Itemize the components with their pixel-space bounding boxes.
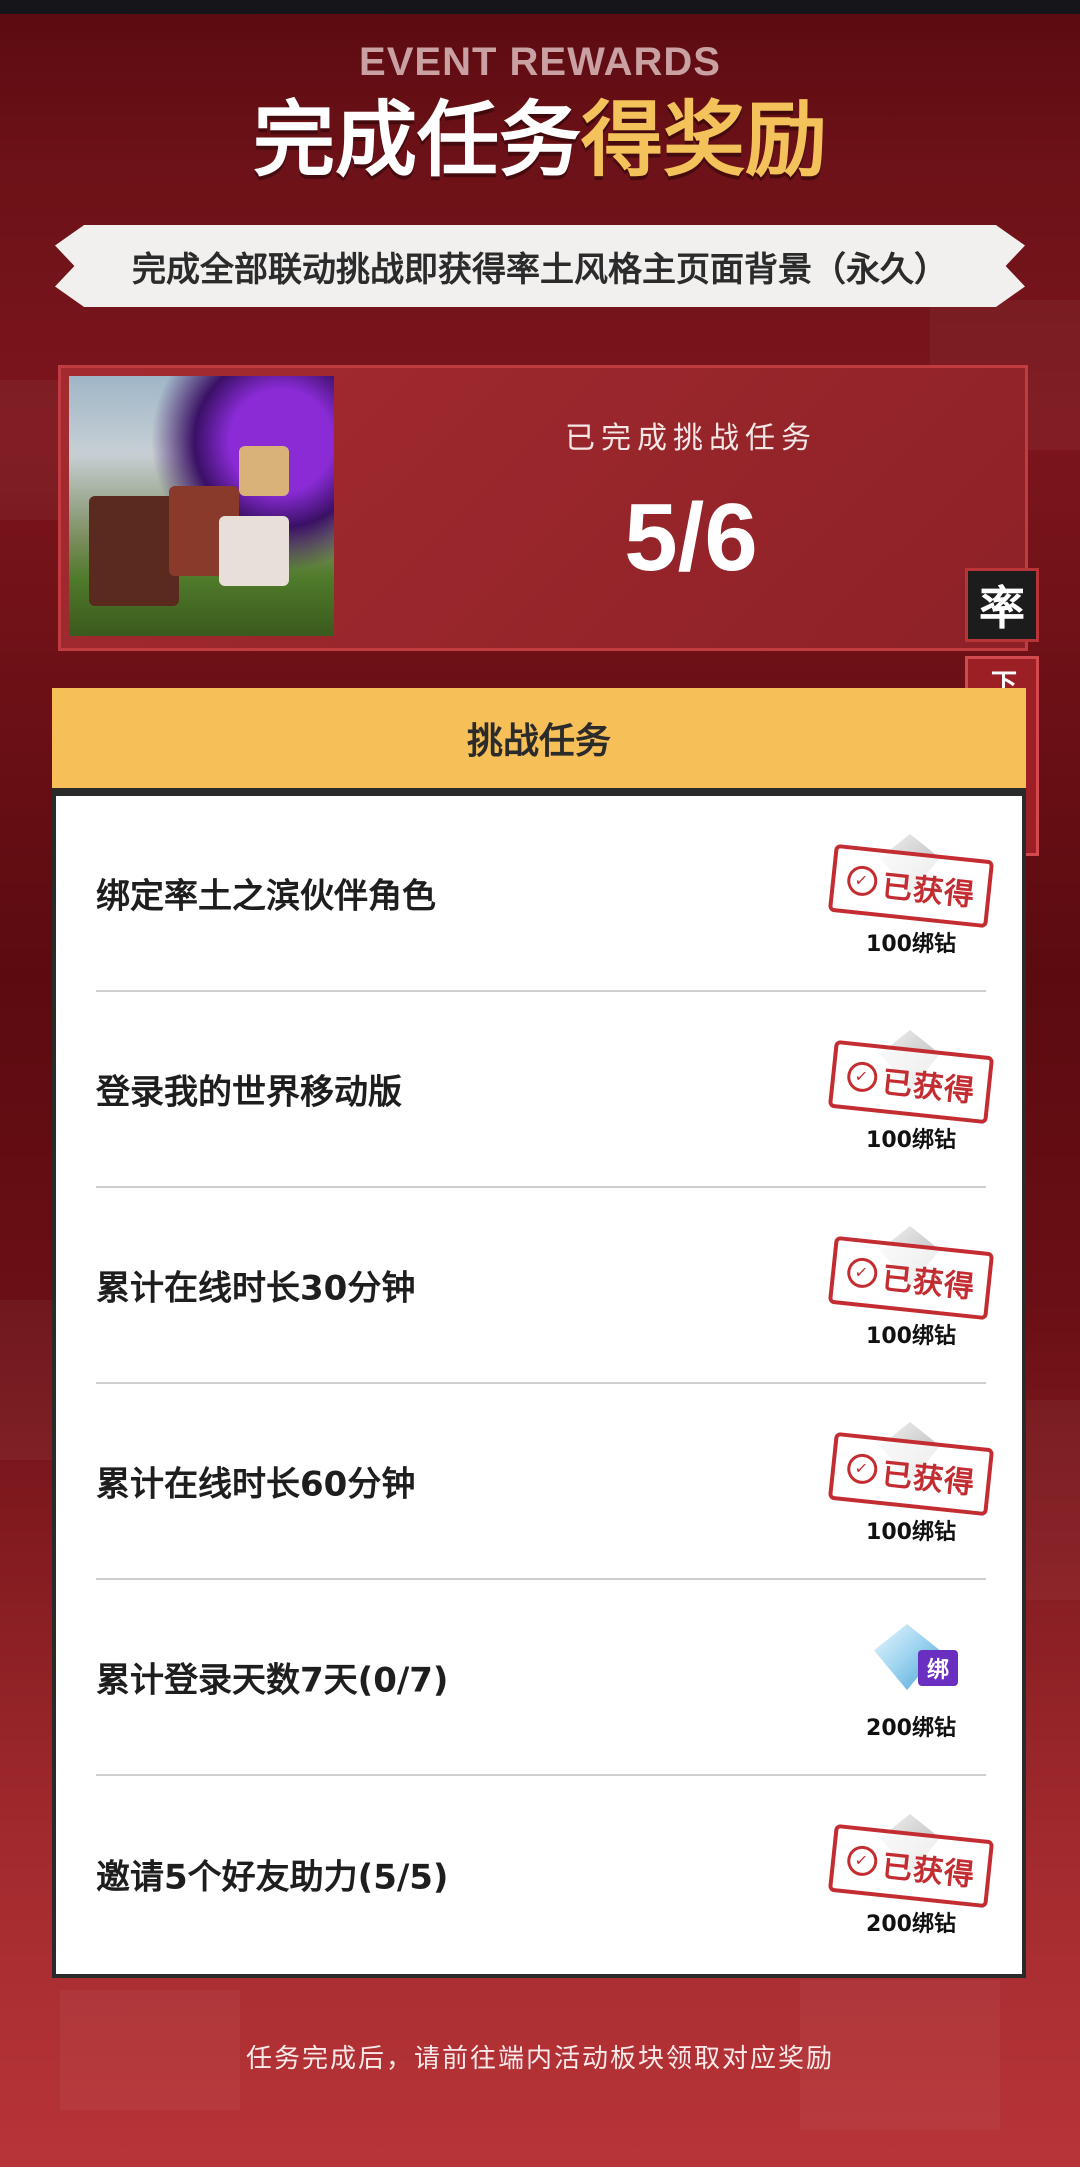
check-icon: ✓ [845, 1452, 879, 1486]
banner-text: 完成全部联动挑战即获得率土风格主页面背景（永久） [132, 249, 948, 290]
event-artwork-image [69, 376, 334, 636]
task-reward: ✓ 已获得 200绑钻 [827, 1814, 995, 1944]
task-row: 累计在线时长30分钟 ✓ 已获得 100绑钻 [96, 1188, 995, 1384]
task-row: 累计登录天数7天(0/7) 绑 200绑钻 [96, 1580, 986, 1776]
task-reward: ✓ 已获得 100绑钻 [827, 1226, 995, 1356]
task-reward: ✓ 已获得 100绑钻 [827, 1422, 995, 1552]
claimed-stamp: ✓ 已获得 [827, 1039, 995, 1125]
task-reward: ✓ 已获得 100绑钻 [827, 1030, 995, 1160]
task-row: 累计在线时长60分钟 ✓ 已获得 100绑钻 [96, 1384, 995, 1580]
task-name: 绑定率土之滨伙伴角色 [96, 876, 436, 917]
stamp-text: 已获得 [880, 1065, 977, 1110]
check-icon: ✓ [845, 1256, 879, 1290]
reward-amount: 100绑钻 [866, 1128, 956, 1153]
check-icon: ✓ [845, 1844, 879, 1878]
claimed-stamp: ✓ 已获得 [827, 843, 995, 929]
page-title: 完成任务得奖励 [0, 100, 1080, 182]
stamp-text: 已获得 [880, 1261, 977, 1306]
reward-amount: 200绑钻 [866, 1912, 956, 1937]
claimed-stamp: ✓ 已获得 [827, 1235, 995, 1321]
progress-label: 已完成挑战任务 [565, 421, 817, 456]
task-reward: ✓ 已获得 100绑钻 [827, 834, 995, 964]
stamp-text: 已获得 [880, 1849, 977, 1894]
progress-card: 已完成挑战任务 5/6 [58, 365, 1028, 651]
task-name: 累计在线时长60分钟 [96, 1464, 416, 1505]
task-row: 邀请5个好友助力(5/5) ✓ 已获得 200绑钻 [96, 1776, 995, 1972]
check-icon: ✓ [845, 864, 879, 898]
event-rewards-label: EVENT REWARDS [359, 40, 721, 84]
task-list: 绑定率土之滨伙伴角色 ✓ 已获得 100绑钻 登录我的世界移动版 ✓ 已获得 100… [56, 796, 1022, 1972]
reward-amount: 100绑钻 [866, 932, 956, 957]
tasks-card: 挑战任务 绑定率土之滨伙伴角色 ✓ 已获得 100绑钻 登录我的世界移动版 ✓ 已获… [52, 688, 1026, 1978]
check-icon: ✓ [845, 1060, 879, 1094]
reward-amount: 100绑钻 [866, 1520, 956, 1545]
bound-tag: 绑 [918, 1650, 958, 1686]
title-gold-part: 得奖励 [581, 93, 828, 188]
game-app-icon[interactable]: 率 [965, 568, 1039, 642]
claimed-stamp: ✓ 已获得 [827, 1823, 995, 1909]
task-row: 登录我的世界移动版 ✓ 已获得 100绑钻 [96, 992, 995, 1188]
task-name: 登录我的世界移动版 [96, 1072, 402, 1113]
tasks-header-title: 挑战任务 [466, 721, 611, 762]
reward-amount: 200绑钻 [866, 1716, 956, 1741]
reward-amount: 100绑钻 [866, 1324, 956, 1349]
task-name: 累计在线时长30分钟 [96, 1268, 416, 1309]
reward-banner: 完成全部联动挑战即获得率土风格主页面背景（永久） [55, 225, 1025, 307]
task-name: 累计登录天数7天(0/7) [96, 1660, 449, 1701]
task-name: 邀请5个好友助力(5/5) [96, 1857, 449, 1898]
stamp-text: 已获得 [880, 869, 977, 914]
claimed-stamp: ✓ 已获得 [827, 1431, 995, 1517]
progress-count: 5/6 [624, 484, 758, 591]
game-icon-char: 率 [979, 581, 1025, 635]
status-bar [0, 0, 1080, 14]
title-white-part: 完成任务 [252, 93, 581, 188]
stamp-text: 已获得 [880, 1457, 977, 1502]
task-row: 绑定率土之滨伙伴角色 ✓ 已获得 100绑钻 [96, 796, 995, 992]
footer-note: 任务完成后，请前往端内活动板块领取对应奖励 [245, 2044, 834, 2074]
tasks-header: 挑战任务 [52, 688, 1026, 796]
task-reward: 绑 200绑钻 [836, 1618, 986, 1748]
